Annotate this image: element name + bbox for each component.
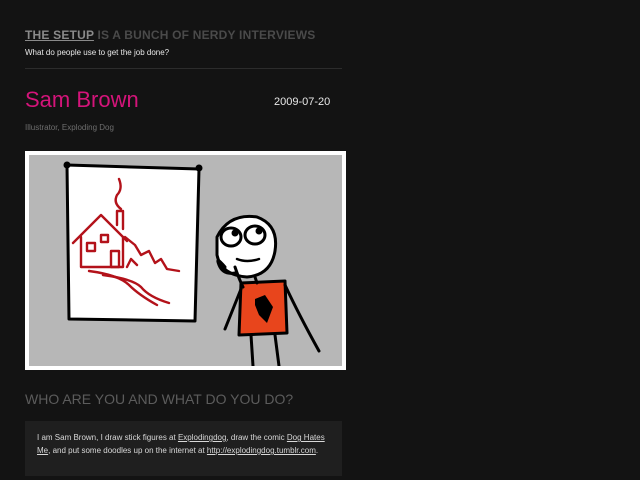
- site-title: THE SETUP IS A BUNCH OF NERDY INTERVIEWS: [25, 28, 316, 42]
- answer-paragraph: I am Sam Brown, I draw stick figures at …: [25, 421, 342, 476]
- answer-text-3: , and put some doodles up on the interne…: [48, 446, 207, 455]
- tumblr-link[interactable]: http://explodingdog.tumblr.com: [207, 446, 316, 455]
- site-brand-link[interactable]: THE SETUP: [25, 28, 94, 42]
- interviewee-name: Sam Brown: [25, 87, 139, 112]
- portrait-image: [25, 151, 346, 370]
- answer-text-1: I am Sam Brown, I draw stick figures at: [37, 433, 178, 442]
- header-divider: [25, 68, 342, 69]
- site-tagline: What do people use to get the job done?: [25, 48, 170, 57]
- explodingdog-link[interactable]: Explodingdog: [178, 433, 226, 442]
- answer-text-2: , draw the comic: [226, 433, 287, 442]
- interviewee-role: Illustrator, Exploding Dog: [25, 123, 114, 132]
- stick-figure-illustration: [29, 155, 342, 366]
- site-title-rest: IS A BUNCH OF NERDY INTERVIEWS: [93, 28, 316, 42]
- section-heading: WHO ARE YOU AND WHAT DO YOU DO?: [25, 391, 294, 407]
- interview-date: 2009-07-20: [274, 96, 331, 108]
- answer-text-4: .: [315, 446, 319, 455]
